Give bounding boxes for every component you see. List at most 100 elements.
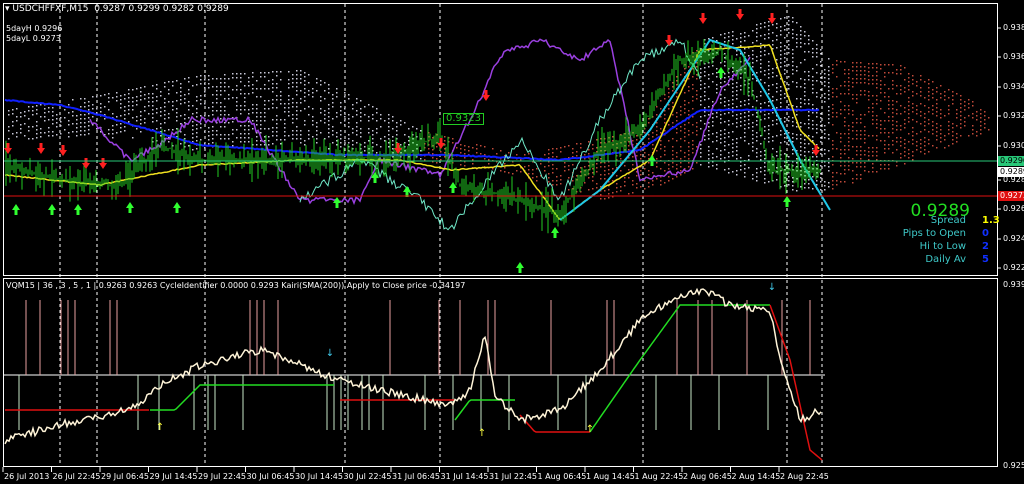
cloud-dot	[224, 138, 226, 140]
cloud-dot	[848, 89, 850, 91]
sell-arrow-icon	[665, 35, 673, 46]
cloud-dot	[872, 123, 874, 125]
cloud-dot	[656, 114, 658, 116]
cloud-dot	[812, 164, 814, 166]
buy-arrow-icon	[551, 227, 559, 238]
cloud-dot	[324, 118, 326, 120]
cloud-dot	[772, 72, 774, 74]
cloud-dot	[824, 133, 826, 135]
cloud-dot	[752, 142, 754, 144]
cloud-dot	[432, 149, 434, 151]
cloud-dot	[392, 116, 394, 118]
cloud-dot	[700, 164, 702, 166]
cloud-dot	[688, 122, 690, 124]
cloud-dot	[872, 163, 874, 165]
cloud-dot	[204, 79, 206, 81]
cloud-dot	[980, 121, 982, 123]
cloud-dot	[72, 99, 74, 101]
cloud-dot	[288, 111, 290, 113]
cloud-dot	[664, 98, 666, 100]
cloud-dot	[296, 78, 298, 80]
cloud-dot	[120, 115, 122, 117]
cloud-dot	[248, 77, 250, 79]
cloud-dot	[212, 126, 214, 128]
cloud-dot	[220, 138, 222, 140]
cloud-dot	[908, 89, 910, 91]
cloud-dot	[788, 64, 790, 66]
cloud-dot	[616, 187, 618, 189]
cloud-dot	[292, 74, 294, 76]
cloud-dot	[256, 136, 258, 138]
cloud-dot	[724, 157, 726, 159]
cloud-dot	[676, 152, 678, 154]
cloud-dot	[928, 95, 930, 97]
cloud-dot	[36, 113, 38, 115]
cloud-dot	[768, 65, 770, 67]
cloud-dot	[32, 138, 34, 140]
cloud-dot	[900, 73, 902, 75]
cloud-dot	[120, 107, 122, 109]
cloud-dot	[940, 109, 942, 111]
cloud-dot	[680, 150, 682, 152]
cloud-dot	[768, 129, 770, 131]
cloud-dot	[732, 91, 734, 93]
cloud-dot	[528, 173, 530, 175]
cloud-dot	[700, 116, 702, 118]
cloud-dot	[888, 64, 890, 66]
cloud-dot	[480, 153, 482, 155]
cloud-dot	[912, 127, 914, 129]
cloud-dot	[320, 84, 322, 86]
cloud-dot	[680, 130, 682, 132]
cloud-dot	[700, 80, 702, 82]
buy-arrow-icon	[173, 202, 181, 213]
cloud-dot	[36, 109, 38, 111]
cloud-dot	[124, 106, 126, 108]
cloud-dot	[548, 181, 550, 183]
cloud-dot	[268, 144, 270, 146]
cloud-dot	[856, 154, 858, 156]
cloud-dot	[488, 163, 490, 165]
cloud-dot	[756, 152, 758, 154]
cloud-dot	[824, 73, 826, 75]
cloud-dot	[860, 122, 862, 124]
cloud-dot	[896, 109, 898, 111]
cloud-dot	[460, 144, 462, 146]
cloud-dot	[452, 142, 454, 144]
cloud-dot	[928, 79, 930, 81]
cloud-dot	[612, 168, 614, 170]
cloud-dot	[712, 133, 714, 135]
cloud-dot	[208, 107, 210, 109]
cloud-dot	[808, 51, 810, 53]
cloud-dot	[220, 110, 222, 112]
cloud-dot	[800, 166, 802, 168]
cloud-dot	[844, 173, 846, 175]
cloud-dot	[916, 121, 918, 123]
cloud-dot	[764, 46, 766, 48]
cloud-dot	[928, 87, 930, 89]
cloud-dot	[220, 118, 222, 120]
cloud-dot	[864, 90, 866, 92]
cloud-dot	[256, 116, 258, 118]
cloud-dot	[52, 131, 54, 133]
cloud-dot	[768, 141, 770, 143]
cloud-dot	[284, 119, 286, 121]
cloud-dot	[808, 119, 810, 121]
cloud-dot	[764, 82, 766, 84]
cloud-dot	[164, 122, 166, 124]
cloud-dot	[168, 81, 170, 83]
cloud-dot	[728, 168, 730, 170]
cloud-dot	[376, 132, 378, 134]
cloud-dot	[756, 36, 758, 38]
cloud-dot	[556, 184, 558, 186]
cloud-dot	[372, 130, 374, 132]
cloud-dot	[720, 138, 722, 140]
cloud-dot	[212, 114, 214, 116]
cloud-dot	[116, 132, 118, 134]
cloud-dot	[732, 131, 734, 133]
cloud-dot	[880, 88, 882, 90]
cloud-dot	[208, 75, 210, 77]
chart-canvas[interactable]: ↑↑ ↑↓↓	[0, 0, 1024, 484]
cloud-dot	[152, 105, 154, 107]
cloud-dot	[924, 121, 926, 123]
cloud-dot	[784, 61, 786, 63]
